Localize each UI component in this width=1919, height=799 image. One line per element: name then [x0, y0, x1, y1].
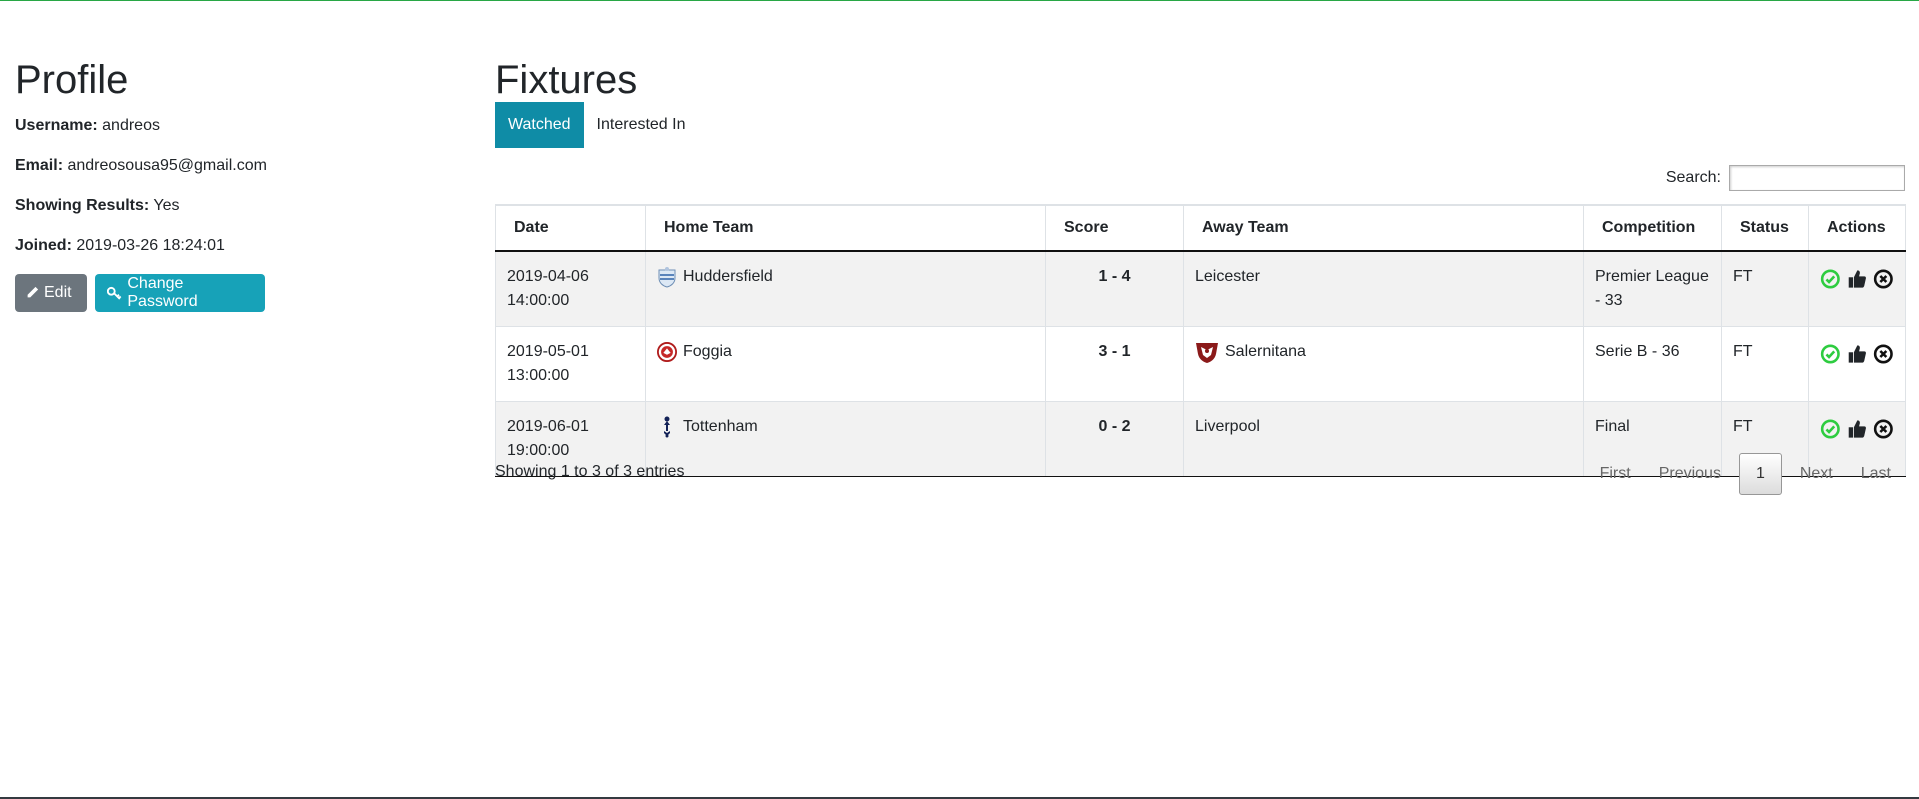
- actions-cell: [1808, 326, 1906, 402]
- column-home-team[interactable]: Home Team: [645, 204, 1046, 252]
- edit-button-label: Edit: [44, 284, 72, 301]
- email-value: andreosousa95@gmail.com: [67, 157, 267, 174]
- showing-results-field: Showing Results: Yes: [15, 196, 180, 216]
- time-value: 19:00:00: [507, 442, 570, 459]
- profile-actions: Edit Change Password: [15, 274, 265, 312]
- column-actions[interactable]: Actions: [1808, 204, 1906, 252]
- column-date[interactable]: Date: [495, 204, 646, 252]
- check-circle-icon[interactable]: [1820, 417, 1841, 441]
- showing-results-label: Showing Results:: [15, 197, 150, 214]
- away-team-name: Salernitana: [1225, 343, 1306, 360]
- search-box: Search:: [1666, 165, 1905, 191]
- username-field: Username: andreos: [15, 116, 160, 136]
- away-team-cell: Salernitana: [1183, 326, 1584, 402]
- pagination: First Previous 1 Next Last: [1586, 453, 1905, 495]
- score-cell: 3 - 1: [1045, 326, 1184, 402]
- times-circle-icon[interactable]: [1873, 267, 1894, 291]
- thumbs-up-icon[interactable]: [1847, 267, 1868, 291]
- username-value: andreos: [102, 117, 160, 134]
- home-team-cell: Foggia: [645, 326, 1046, 402]
- tottenham-crest-icon: [664, 416, 670, 438]
- table-row: 2019-04-06 14:00:00 Huddersfield 1 - 4 L…: [495, 250, 1906, 327]
- away-team-cell: Leicester: [1183, 250, 1584, 327]
- fixtures-panel: Fixtures Watched Interested In Search: D…: [495, 52, 1906, 512]
- fixtures-title: Fixtures: [495, 58, 638, 102]
- tab-watched[interactable]: Watched: [495, 102, 584, 148]
- salernitana-crest-icon: [1196, 343, 1218, 363]
- date-value: 2019-04-06: [507, 268, 589, 285]
- pagination-first[interactable]: First: [1586, 453, 1645, 495]
- date-cell: 2019-04-06 14:00:00: [495, 250, 646, 327]
- time-value: 13:00:00: [507, 367, 570, 384]
- home-team-name: Tottenham: [683, 418, 758, 435]
- profile-panel: Profile Username: andreos Email: andreos…: [15, 52, 455, 312]
- column-status[interactable]: Status: [1721, 204, 1809, 252]
- email-field: Email: andreosousa95@gmail.com: [15, 156, 267, 176]
- date-cell: 2019-05-01 13:00:00: [495, 326, 646, 402]
- pagination-page-1[interactable]: 1: [1738, 453, 1782, 495]
- tab-interested-in[interactable]: Interested In: [584, 102, 699, 148]
- column-away-team[interactable]: Away Team: [1183, 204, 1584, 252]
- email-label: Email:: [15, 157, 64, 174]
- thumbs-up-icon[interactable]: [1847, 417, 1868, 441]
- key-icon: [107, 286, 122, 300]
- change-password-button[interactable]: Change Password: [95, 274, 265, 312]
- date-value: 2019-05-01: [507, 343, 589, 360]
- away-team-cell: Liverpool: [1183, 401, 1584, 477]
- table-info: Showing 1 to 3 of 3 entries: [495, 463, 685, 480]
- status-cell: FT: [1721, 326, 1809, 402]
- thumbs-up-icon[interactable]: [1847, 342, 1868, 366]
- column-score[interactable]: Score: [1045, 204, 1184, 252]
- times-circle-icon[interactable]: [1873, 342, 1894, 366]
- top-border: [0, 0, 1919, 1]
- change-password-label: Change Password: [127, 275, 198, 310]
- times-circle-icon[interactable]: [1873, 417, 1894, 441]
- date-value: 2019-06-01: [507, 418, 589, 435]
- score-cell: 0 - 2: [1045, 401, 1184, 477]
- fixtures-tabs: Watched Interested In: [495, 102, 699, 148]
- home-team-cell: Huddersfield: [645, 250, 1046, 327]
- competition-cell: Serie B - 36: [1583, 326, 1722, 402]
- check-circle-icon[interactable]: [1820, 342, 1841, 366]
- huddersfield-crest-icon: [658, 267, 676, 288]
- joined-value: 2019-03-26 18:24:01: [76, 237, 225, 254]
- username-label: Username:: [15, 117, 98, 134]
- pencil-icon: [26, 286, 39, 299]
- check-circle-icon[interactable]: [1820, 267, 1841, 291]
- pagination-last[interactable]: Last: [1847, 453, 1905, 495]
- search-input[interactable]: [1729, 165, 1905, 191]
- pagination-previous[interactable]: Previous: [1645, 453, 1735, 495]
- away-team-name: Liverpool: [1195, 418, 1260, 435]
- home-team-name: Foggia: [683, 343, 732, 360]
- score-cell: 1 - 4: [1045, 250, 1184, 327]
- joined-label: Joined:: [15, 237, 72, 254]
- time-value: 14:00:00: [507, 292, 570, 309]
- joined-field: Joined: 2019-03-26 18:24:01: [15, 236, 225, 256]
- foggia-crest-icon: [657, 342, 677, 362]
- showing-results-value: Yes: [153, 197, 180, 214]
- status-cell: FT: [1721, 250, 1809, 327]
- home-team-name: Huddersfield: [683, 268, 773, 285]
- fixtures-table: Date Home Team Score Away Team Competiti…: [495, 204, 1906, 477]
- actions-cell: [1808, 250, 1906, 327]
- edit-button[interactable]: Edit: [15, 274, 87, 312]
- search-label: Search:: [1665, 169, 1721, 186]
- home-team-cell: Tottenham: [645, 401, 1046, 477]
- pagination-next[interactable]: Next: [1786, 453, 1847, 495]
- table-row: 2019-05-01 13:00:00 Foggia 3 - 1 Salerni…: [495, 326, 1906, 402]
- competition-cell: Premier League - 33: [1583, 250, 1722, 327]
- table-header-row: Date Home Team Score Away Team Competiti…: [495, 204, 1906, 252]
- away-team-name: Leicester: [1195, 268, 1260, 285]
- profile-title: Profile: [15, 58, 129, 102]
- column-competition[interactable]: Competition: [1583, 204, 1722, 252]
